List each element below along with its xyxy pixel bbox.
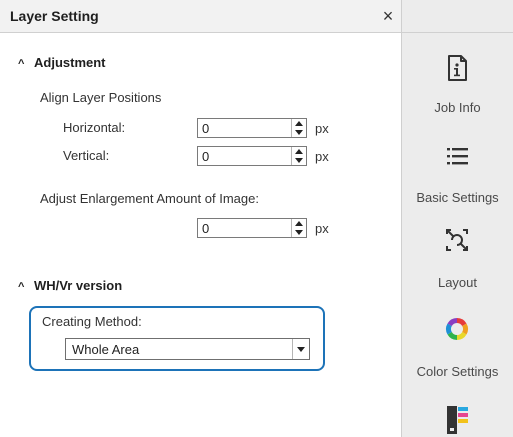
enlargement-input[interactable] <box>198 219 292 237</box>
horizontal-field[interactable] <box>197 118 307 138</box>
sidebar-item-swatch[interactable] <box>402 400 513 437</box>
creating-method-label: Creating Method: <box>42 314 142 329</box>
swatch-icon <box>447 406 468 434</box>
horizontal-label: Horizontal: <box>63 120 126 135</box>
vertical-input[interactable] <box>198 147 292 165</box>
section-whvr-header[interactable]: ^ WH/Vr version <box>18 278 122 293</box>
vertical-unit: px <box>315 149 329 164</box>
creating-method-value: Whole Area <box>72 342 140 357</box>
collapse-caret-icon: ^ <box>18 58 25 70</box>
enlargement-unit: px <box>315 221 329 236</box>
sidebar-item-label: Basic Settings <box>416 190 499 205</box>
sidebar-item-basic-settings[interactable]: Basic Settings <box>402 138 513 213</box>
layer-setting-panel: Layer Setting × ^ Adjustment Align Layer … <box>0 0 401 437</box>
vertical-field[interactable] <box>197 146 307 166</box>
section-adjustment-title: Adjustment <box>34 55 106 70</box>
vertical-spinner[interactable] <box>291 147 306 165</box>
sidebar-item-label: Job Info <box>434 100 481 115</box>
spin-down-icon[interactable] <box>295 158 303 163</box>
layout-icon <box>446 229 468 251</box>
sidebar: Job Info Basic Settings Layout Color Set… <box>402 0 513 437</box>
section-whvr-title: WH/Vr version <box>34 278 123 293</box>
horizontal-unit: px <box>315 121 329 136</box>
spin-down-icon[interactable] <box>295 230 303 235</box>
spin-up-icon[interactable] <box>295 221 303 226</box>
spin-down-icon[interactable] <box>295 130 303 135</box>
enlargement-spinner[interactable] <box>291 219 306 237</box>
sidebar-item-job-info[interactable]: Job Info <box>402 48 513 128</box>
color-wheel-icon <box>446 318 468 340</box>
collapse-caret-icon: ^ <box>18 281 25 293</box>
info-icon <box>448 55 467 81</box>
panel-header: Layer Setting × <box>0 0 401 33</box>
section-adjustment-header[interactable]: ^ Adjustment <box>18 55 106 70</box>
panel-title: Layer Setting <box>10 8 99 24</box>
sidebar-item-label: Layout <box>437 275 478 290</box>
horizontal-spinner[interactable] <box>291 119 306 137</box>
horizontal-input[interactable] <box>198 119 292 137</box>
creating-method-select[interactable]: Whole Area <box>65 338 310 360</box>
align-layer-positions-label: Align Layer Positions <box>40 90 162 105</box>
chevron-down-icon[interactable] <box>292 339 309 359</box>
enlargement-label: Adjust Enlargement Amount of Image: <box>40 191 259 206</box>
sidebar-item-label: Color Settings <box>416 364 499 379</box>
enlargement-field[interactable] <box>197 218 307 238</box>
close-button[interactable]: × <box>378 6 398 26</box>
vertical-label: Vertical: <box>63 148 110 163</box>
sidebar-header <box>402 0 513 33</box>
creating-method-group: Creating Method: Whole Area <box>29 306 325 371</box>
sidebar-item-layout[interactable]: Layout <box>402 225 513 295</box>
list-icon <box>447 148 468 165</box>
sidebar-item-color-settings[interactable]: Color Settings <box>402 312 513 387</box>
spin-up-icon[interactable] <box>295 149 303 154</box>
spin-up-icon[interactable] <box>295 121 303 126</box>
